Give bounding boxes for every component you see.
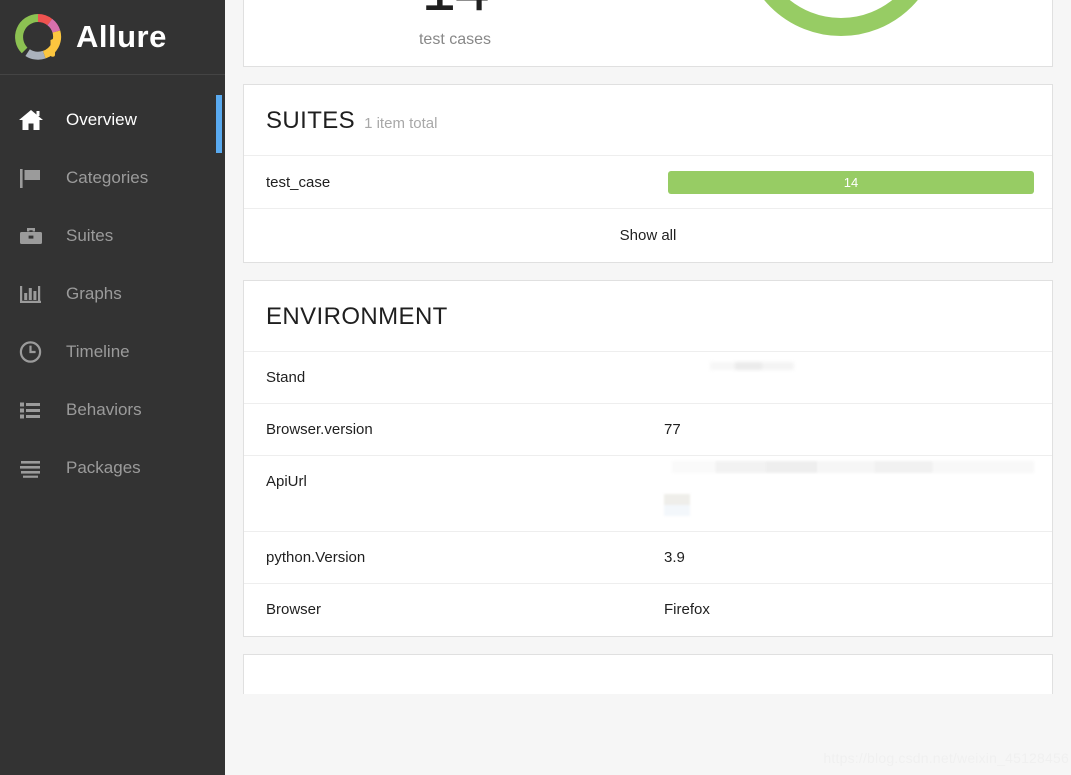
environment-title: ENVIRONMENT [266,303,448,330]
table-row: Browser Firefox [244,584,1052,636]
sidebar-item-timeline[interactable]: Timeline [0,323,225,381]
sidebar-item-label: Timeline [66,342,130,361]
environment-key: Browser.version [266,421,373,438]
flag-icon [18,164,52,192]
environment-key: ApiUrl [266,473,307,490]
environment-value: 77 [664,421,681,438]
environment-header: ENVIRONMENT [244,281,1052,352]
suites-title: SUITES [266,107,356,134]
sidebar-item-label: Overview [66,110,137,129]
environment-value: Firefox [664,601,710,618]
next-card-partial [243,654,1053,694]
summary-card: ( ) 14 test cases 100% [243,0,1053,67]
list-icon [18,396,52,424]
environment-key: Stand [266,369,306,386]
sidebar-item-graphs[interactable]: Graphs [0,265,225,323]
briefcase-icon [18,222,52,250]
sidebar-item-label: Packages [66,458,141,477]
suite-bar-wrapper: 14 [668,170,1034,194]
table-row: Browser.version 77 [244,404,1052,456]
environment-value: 3.9 [664,549,685,566]
show-all-suites-button[interactable]: Show all [244,209,1052,262]
home-icon [18,106,52,134]
sidebar-item-label: Suites [66,226,114,245]
summary-total-count: 14 [422,0,490,21]
sidebar-item-label: Graphs [66,284,122,303]
sidebar-item-label: Behaviors [66,400,142,419]
sidebar-active-indicator [216,95,222,153]
allure-donut-logo-icon [14,13,62,61]
suites-card: SUITES 1 item total test_case 14 Show al… [243,84,1053,263]
summary-total-block: ( ) 14 test cases [262,0,648,49]
suite-passed-count: 14 [843,174,859,190]
sidebar-item-label: Categories [66,168,149,187]
table-row[interactable]: test_case 14 [244,156,1052,209]
pass-rate-donut-chart: 100% [741,0,941,36]
sidebar-item-categories[interactable]: Categories [0,149,225,207]
sidebar: Allure Overview Categories Suites Graphs… [0,0,225,775]
suite-name: test_case [266,173,331,191]
sidebar-item-overview[interactable]: Overview [0,91,225,149]
redacted-value-overlay-top [672,461,1034,473]
table-row: python.Version 3.9 [244,532,1052,584]
watermark: https://blog.csdn.net/weixin_45128456 [823,750,1069,766]
summary-donut-block: 100% [648,0,1034,66]
sidebar-item-suites[interactable]: Suites [0,207,225,265]
stack-icon [18,454,52,482]
environment-key: Browser [266,601,322,618]
main-content: ( ) 14 test cases 100% SUITES 1 item tot… [225,0,1071,775]
redacted-value-overlay-wrap [664,494,690,516]
allure-report-app: Allure Overview Categories Suites Graphs… [0,0,1071,775]
brand-title: Allure [76,19,167,54]
table-row: ApiUrl [244,456,1052,532]
sidebar-nav: Overview Categories Suites Graphs Timeli… [0,75,225,497]
clock-icon [18,338,52,366]
summary-total-caption: test cases [418,30,492,48]
environment-card: ENVIRONMENT Stand Browser.version 77 Api… [243,280,1053,637]
sidebar-item-packages[interactable]: Packages [0,439,225,497]
brand-header[interactable]: Allure [0,0,225,75]
suite-passed-bar[interactable]: 14 [668,170,1034,194]
bar-chart-icon [18,280,52,308]
suites-subtitle: 1 item total [364,115,438,132]
sidebar-item-behaviors[interactable]: Behaviors [0,381,225,439]
suites-header: SUITES 1 item total [244,85,1052,156]
environment-key: python.Version [266,549,366,566]
table-row: Stand [244,352,1052,404]
